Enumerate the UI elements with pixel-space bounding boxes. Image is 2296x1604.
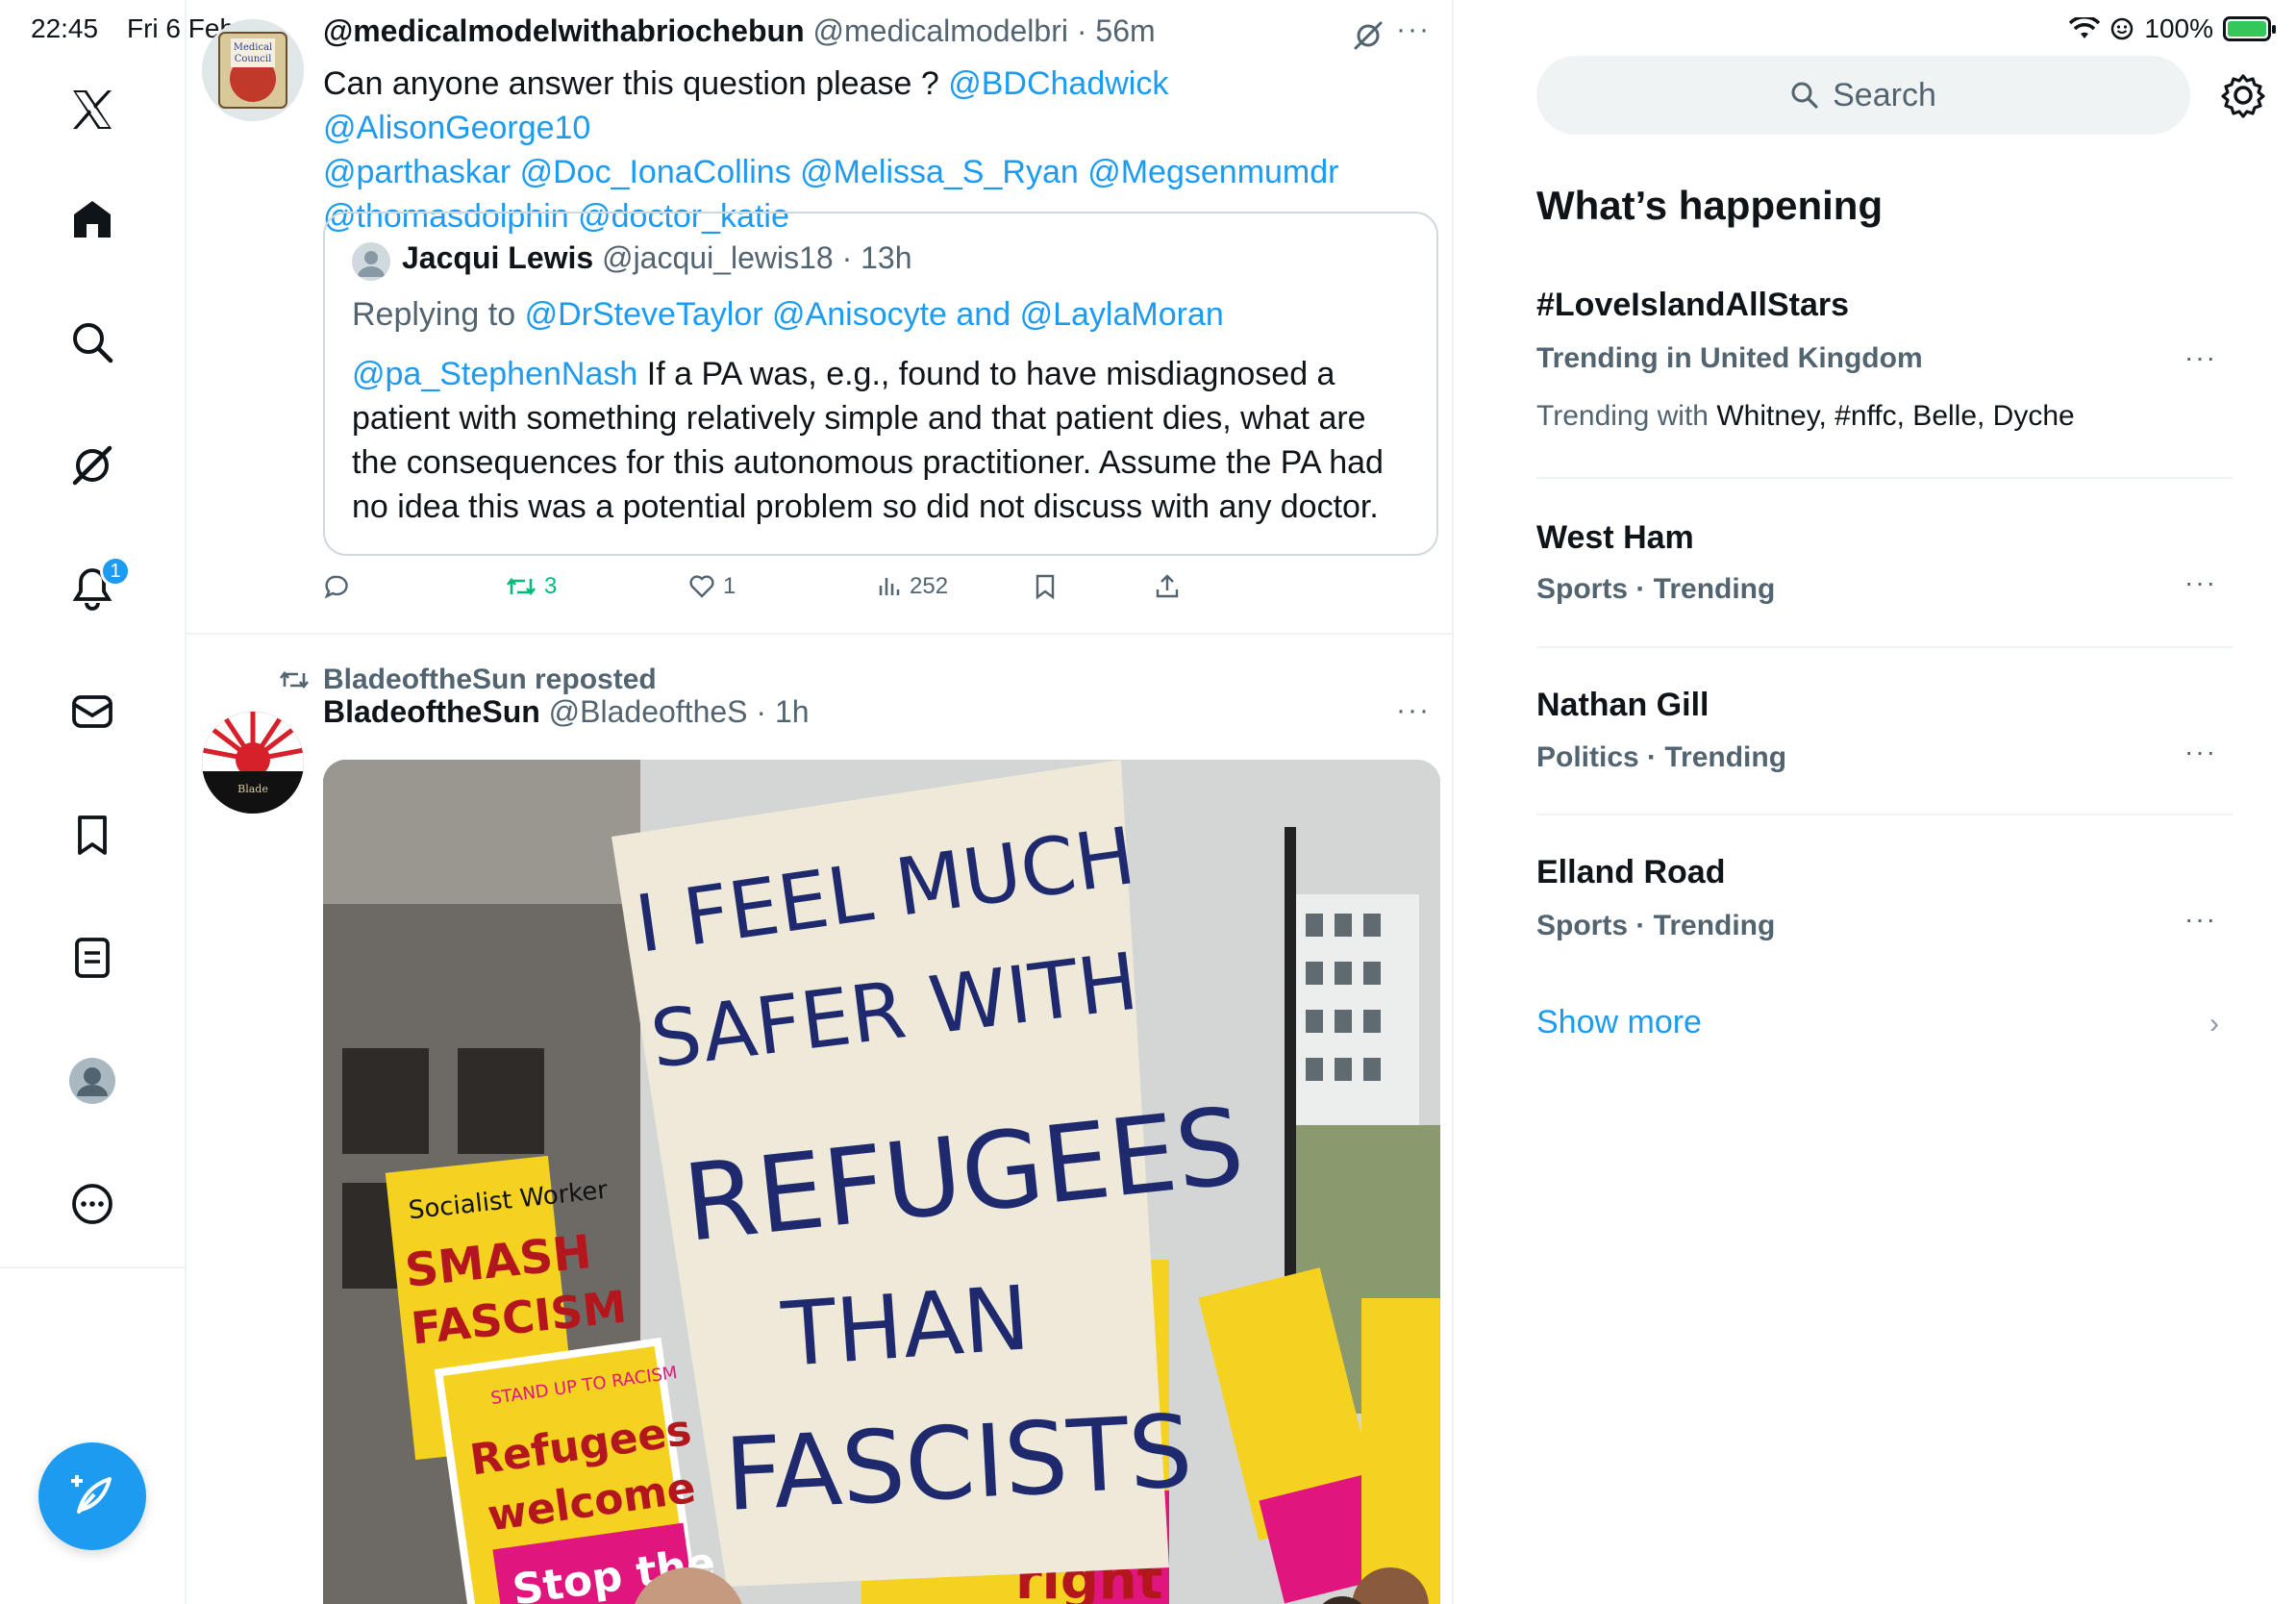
trend-divider [1536,814,2233,815]
show-more-link[interactable]: Show more [1536,1004,1702,1041]
mention[interactable]: @pa_StephenNash [352,356,637,392]
trend-divider [1536,477,2233,479]
whats-happening-heading: What’s happening [1536,183,1884,228]
tweet-header: BladeoftheSun @BladeoftheS · 1h [323,694,810,730]
replying-mentions[interactable]: @DrSteveTaylor @Anisocyte and @LaylaMora… [525,296,1224,333]
lists-icon[interactable] [62,927,123,989]
trend-meta: Politics · Trending [1536,741,1787,773]
status-indicators: 100% [2069,13,2276,44]
nav-divider [0,1266,187,1268]
repost-button[interactable]: 3 [506,573,557,600]
search-icon [1791,82,1818,109]
chevron-right-icon[interactable]: › [2209,1008,2219,1040]
avatar[interactable] [352,242,390,281]
svg-text:Medical: Medical [234,42,273,53]
grok-icon[interactable] [62,435,123,496]
more-options-icon[interactable]: ··· [2184,737,2217,767]
messages-icon[interactable] [62,681,123,742]
repost-icon [279,670,310,689]
more-options-icon[interactable]: ··· [2184,904,2217,935]
home-icon[interactable] [62,188,123,250]
trend-meta: Sports · Trending [1536,910,1776,941]
sign-text: THAN [778,1266,1033,1387]
handle[interactable]: @medicalmodelbri [813,13,1068,48]
views-icon [879,578,900,595]
handle[interactable]: @BladeoftheS [549,694,748,729]
like-button[interactable]: 1 [688,573,736,600]
tweet-header: @medicalmodelwithabriochebun @medicalmod… [323,13,1156,49]
x-logo-icon[interactable] [62,79,123,140]
focus-icon [2111,17,2134,40]
search-input[interactable]: Search [1536,56,2190,135]
reply-button[interactable] [323,573,358,600]
tweet-text-lead: Can anyone answer this question please ? [323,65,939,102]
compose-button[interactable] [38,1442,146,1550]
handle[interactable]: @jacqui_lewis18 [602,240,834,275]
display-name[interactable]: Jacqui Lewis [402,240,593,275]
grok-icon[interactable] [1352,19,1385,52]
tweet-actions: 3 1 252 [323,573,1246,612]
search-placeholder: Search [1833,76,1936,113]
battery-icon [2223,16,2276,41]
trending-with: Trending with Whitney, #nffc, Belle, Dyc… [1536,400,2075,433]
svg-text:Blade: Blade [237,783,268,795]
timeline: Medical Council @medicalmodelwithabrioch… [187,0,1454,1604]
reposted-by: BladeoftheSun reposted [323,664,657,695]
trending-with-names[interactable]: Whitney, #nffc, Belle, Dyche [1716,400,2074,432]
share-icon [1156,574,1179,598]
avatar[interactable]: Medical Council [202,19,304,121]
trend-meta: Sports · Trending [1536,573,1776,605]
profile-icon[interactable] [62,1050,123,1112]
repost-icon [506,577,537,596]
trend-title[interactable]: West Ham [1536,519,1694,557]
quoted-header: Jacqui Lewis @jacqui_lewis18 · 13h [402,240,912,276]
bookmark-icon [1036,574,1055,600]
quoted-tweet[interactable]: Jacqui Lewis @jacqui_lewis18 · 13h Reply… [323,212,1438,556]
more-options-icon[interactable]: ··· [2184,567,2217,598]
more-options-icon[interactable]: ··· [1396,13,1431,46]
repost-count: 3 [544,573,558,599]
more-icon[interactable] [62,1173,123,1235]
mentions[interactable]: @parthaskar @Doc_IonaCollins @Melissa_S_… [323,154,1338,190]
wifi-icon [2069,17,2101,38]
timestamp[interactable]: · 1h [756,694,809,729]
repost-context[interactable]: BladeoftheSun reposted [279,664,657,696]
timestamp[interactable]: · 13h [842,240,912,275]
heart-icon [689,575,714,598]
tweet-divider [187,633,1452,635]
trend-title[interactable]: Elland Road [1536,854,1725,891]
timestamp[interactable]: · 56m [1077,13,1156,48]
search-icon[interactable] [62,312,123,373]
left-nav: 1 [0,0,187,1604]
replying-to: Replying to @DrSteveTaylor @Anisocyte an… [352,296,1224,334]
replying-label: Replying to [352,296,516,333]
trend-title[interactable]: Nathan Gill [1536,687,1709,724]
avatar[interactable]: Blade [202,712,304,814]
display-name[interactable]: @medicalmodelwithabriochebun [323,13,805,48]
like-count: 1 [723,573,736,599]
quoted-text: @pa_StephenNash If a PA was, e.g., found… [352,352,1419,529]
settings-gear-icon[interactable] [2219,71,2267,119]
bookmark-button[interactable] [1033,573,1058,600]
battery-percent: 100% [2144,13,2213,43]
more-options-icon[interactable]: ··· [1396,694,1431,727]
more-options-icon[interactable]: ··· [2184,342,2217,373]
tweet-image[interactable]: Socialist Worker SMASH FASCISM STAND UP … [323,760,1440,1604]
compose-icon [71,1475,112,1514]
sign-text: FASCISTS [722,1392,1195,1534]
share-button[interactable] [1154,573,1181,600]
reply-icon [324,575,348,599]
trend-divider [1536,646,2233,648]
trend-title[interactable]: #LoveIslandAllStars [1536,287,1849,324]
views-button[interactable]: 252 [877,573,948,600]
bookmarks-icon[interactable] [62,804,123,865]
display-name[interactable]: BladeoftheSun [323,694,540,729]
svg-text:Council: Council [235,54,272,64]
trend-meta: Trending in United Kingdom [1536,342,1923,374]
trending-with-label: Trending with [1536,400,1709,432]
notifications-badge: 1 [100,556,131,587]
view-count: 252 [910,573,949,599]
